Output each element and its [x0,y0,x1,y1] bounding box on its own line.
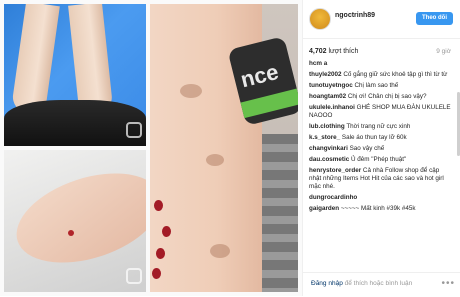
avatar[interactable] [309,8,331,30]
comment-username[interactable]: henrystore_order [309,167,361,174]
photo-collage[interactable]: nce [0,0,302,296]
comment-item: hcm a [309,60,453,68]
post-side-panel: ngoctrinh89 Theo dõi 4,702 lượt thích 9 … [302,0,460,296]
comment-text: Thời trang nữ cực xinh [346,123,411,130]
comment-username[interactable]: ukulele.inhanoi [309,104,355,111]
comment-text: ~~~~~ Mất kinh #39k #45k [340,205,416,212]
comment-username[interactable]: lub.clothing [309,123,345,130]
camera-watermark-icon [126,122,142,138]
comment-item: gaigarden ~~~~~ Mất kinh #39k #45k [309,205,453,213]
follow-button[interactable]: Theo dõi [416,12,453,25]
toenail [156,248,165,259]
comment-username[interactable]: k.s_store_ [309,134,340,141]
comment-username[interactable]: changvinkari [309,145,348,152]
comment-item: dau.cosmetic Ủ đêm "Phép thuật" [309,156,453,164]
leg-shape [68,4,114,116]
comment-username[interactable]: thuyle2002 [309,71,342,78]
comment-item: changvinkari Sao vậy chế [309,145,453,153]
photo-legs-on-blue-mat [4,4,146,146]
comment-item: hoangtam02 Chị ơi! Chân chị bị sao vậy? [309,93,453,101]
likes-count[interactable]: 4,702 lượt thích [309,48,358,55]
likes-number: 4,702 [309,48,327,55]
login-prompt: Đăng nhập để thích hoặc bình luận [311,280,412,287]
comment-text: Sale áo thun tay lỡ 60k [341,134,407,141]
bruise-mark [180,84,202,98]
camera-watermark-icon [126,268,142,284]
more-options-icon[interactable]: ••• [441,278,455,289]
can-lettering: nce [238,58,281,93]
can-stripe [240,88,298,119]
bruise-mark [206,154,224,166]
comment-item: ukulele.inhanoi GHÉ SHOP MUA ĐÀN UKULELE… [309,104,453,120]
comment-username[interactable]: gaigarden [309,205,339,212]
comment-item: dungrocardinho [309,194,453,202]
comment-username[interactable]: dungrocardinho [309,194,357,201]
post-header: ngoctrinh89 Theo dõi [303,0,460,39]
post-username[interactable]: ngoctrinh89 [335,12,375,19]
comment-text: Cố gắng giữ sức khoẻ tập gì thì từ từ [343,71,448,78]
login-link[interactable]: Đăng nhập [311,280,343,287]
wound-mark [68,230,74,236]
toenail [154,200,163,211]
post-time[interactable]: 9 giờ [436,48,451,55]
comment-username[interactable]: hcm a [309,60,327,67]
comment-username[interactable]: dau.cosmetic [309,156,349,163]
comment-item: lub.clothing Thời trang nữ cực xinh [309,123,453,131]
comment-text: Chị làm sao thế [354,82,399,89]
comment-item: thuyle2002 Cố gắng giữ sức khoẻ tập gì t… [309,71,453,79]
comment-text: Chị ơi! Chân chị bị sao vậy? [347,93,427,100]
foot-shape [5,156,146,280]
photo-foot-closeup [4,150,146,292]
comment-text: Ủ đêm "Phép thuật" [351,156,407,163]
comments-list: hcm a thuyle2002 Cố gắng giữ sức khoẻ tậ… [309,60,453,266]
comment-item: k.s_store_ Sale áo thun tay lỡ 60k [309,134,453,142]
likes-label: lượt thích [328,48,359,55]
leg-shape [10,4,60,116]
comment-item: tunotuyetngoc Chị làm sao thế [309,82,453,90]
comment-username[interactable]: tunotuyetngoc [309,82,353,89]
login-prompt-text: để thích hoặc bình luận [344,280,413,287]
comment-item: henrystore_order Cả nhà Follow shop để c… [309,167,453,191]
bruise-mark [210,244,230,258]
comment-username[interactable]: hoangtam02 [309,93,346,100]
toenail [162,226,171,237]
toenail [152,268,161,279]
comment-text: Sao vậy chế [349,145,385,152]
black-pants-shape [4,100,146,146]
photo-bruised-leg: nce [150,4,298,292]
post-footer: Đăng nhập để thích hoặc bình luận ••• [303,272,460,297]
